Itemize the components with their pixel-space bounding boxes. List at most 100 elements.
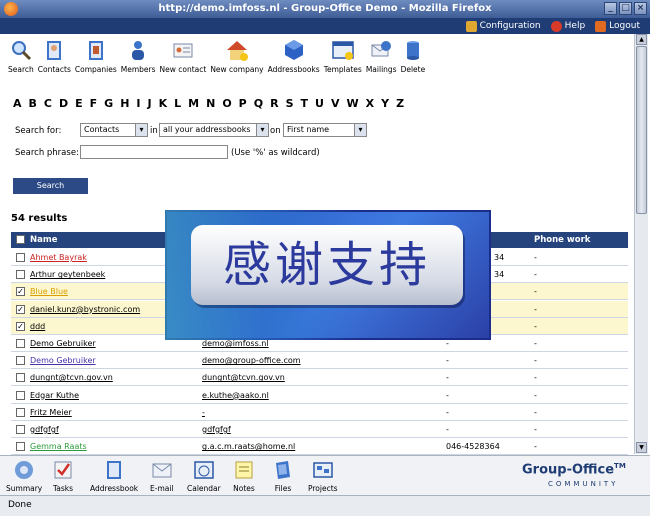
help-link[interactable]: Help xyxy=(550,20,585,32)
alpha-letter-o[interactable]: O xyxy=(222,97,231,110)
row-checkbox[interactable] xyxy=(16,356,25,366)
contact-name-link[interactable]: Ahmet Bayrak xyxy=(30,253,87,262)
contact-name-link[interactable]: dungnt@tcvn.gov.vn xyxy=(30,373,113,382)
contact-email-link[interactable]: dungnt@tcvn.gov.vn xyxy=(202,373,285,382)
configuration-link[interactable]: Configuration xyxy=(465,20,541,32)
module-tasks[interactable]: Tasks xyxy=(52,459,74,493)
alpha-letter-b[interactable]: B xyxy=(29,97,37,110)
table-row[interactable]: Demo Gebruiker demo@group-office.com - - xyxy=(11,352,628,370)
module-projects[interactable]: Projects xyxy=(308,459,338,493)
alpha-letter-p[interactable]: P xyxy=(239,97,247,110)
alpha-letter-e[interactable]: E xyxy=(75,97,83,110)
contact-email-link[interactable]: g.a.c.m.raats@home.nl xyxy=(202,442,295,451)
contact-email-link[interactable]: demo@imfoss.nl xyxy=(202,339,269,348)
alpha-letter-f[interactable]: F xyxy=(90,97,98,110)
alpha-letter-y[interactable]: Y xyxy=(381,97,389,110)
alpha-letter-j[interactable]: J xyxy=(148,97,152,110)
alpha-letter-l[interactable]: L xyxy=(174,97,181,110)
contact-name-link[interactable]: Demo Gebruiker xyxy=(30,339,96,348)
row-checkbox[interactable] xyxy=(16,442,25,452)
alpha-letter-s[interactable]: S xyxy=(286,97,294,110)
contact-name-link[interactable]: daniel.kunz@bystronic.com xyxy=(30,305,140,314)
companies-tool-button[interactable]: Companies xyxy=(75,38,117,74)
module-files[interactable]: Files xyxy=(272,459,294,493)
contact-name-link[interactable]: Blue Blue xyxy=(30,287,68,296)
alpha-letter-h[interactable]: H xyxy=(120,97,129,110)
row-checkbox[interactable] xyxy=(16,339,25,348)
alpha-letter-i[interactable]: I xyxy=(136,97,140,110)
alpha-letter-c[interactable]: C xyxy=(44,97,52,110)
alpha-letter-z[interactable]: Z xyxy=(396,97,404,110)
scroll-up-arrow[interactable]: ▲ xyxy=(636,34,647,45)
search-button[interactable]: Search xyxy=(13,178,88,194)
templates-tool-button[interactable]: Templates xyxy=(324,38,362,74)
maximize-button[interactable]: □ xyxy=(619,2,632,15)
alpha-letter-v[interactable]: V xyxy=(331,97,340,110)
addressbooks-tool-button[interactable]: Addressbooks xyxy=(268,38,320,74)
search-tool-button[interactable]: Search xyxy=(8,38,34,74)
table-row[interactable]: dungnt@tcvn.gov.vn dungnt@tcvn.gov.vn - - xyxy=(11,369,628,387)
contact-name-link[interactable]: Arthur geytenbeek xyxy=(30,270,105,279)
contacts-tool-button[interactable]: Contacts xyxy=(38,38,71,74)
module-calendar[interactable]: Calendar xyxy=(187,459,221,493)
alpha-letter-x[interactable]: X xyxy=(366,97,374,110)
alpha-letter-d[interactable]: D xyxy=(59,97,68,110)
search-field-select[interactable]: First name xyxy=(283,123,367,137)
row-checkbox[interactable] xyxy=(16,253,25,262)
scroll-down-arrow[interactable]: ▼ xyxy=(636,442,647,453)
alpha-letter-q[interactable]: Q xyxy=(254,97,263,110)
contact-name-link[interactable]: Demo Gebruiker xyxy=(30,356,96,365)
module-notes[interactable]: Notes xyxy=(233,459,255,493)
table-row[interactable]: Gemma Raats g.a.c.m.raats@home.nl 046-4528… xyxy=(11,438,628,456)
minimize-button[interactable]: _ xyxy=(604,2,617,15)
alpha-letter-u[interactable]: U xyxy=(315,97,324,110)
contact-name-link[interactable]: Fritz Meier xyxy=(30,408,72,417)
contact-name-link[interactable]: ddd xyxy=(30,322,45,331)
module-addressbook[interactable]: Addressbook xyxy=(90,459,138,493)
alpha-letter-n[interactable]: N xyxy=(206,97,215,110)
logout-link[interactable]: Logout xyxy=(595,20,640,32)
contact-name-link[interactable]: gdfgfgf xyxy=(30,425,59,434)
row-checkbox[interactable] xyxy=(16,390,25,400)
scroll-thumb[interactable] xyxy=(636,46,647,214)
module-email[interactable]: E-mail xyxy=(150,459,174,493)
contact-email-link[interactable]: e.kuthe@aako.nl xyxy=(202,391,269,400)
alpha-letter-m[interactable]: M xyxy=(188,97,199,110)
close-button[interactable]: × xyxy=(634,2,647,15)
alpha-letter-k[interactable]: K xyxy=(159,97,168,110)
search-phrase-input[interactable] xyxy=(80,145,228,159)
row-checkbox[interactable] xyxy=(16,373,25,383)
search-type-select[interactable]: Contacts xyxy=(80,123,148,137)
select-all-checkbox[interactable] xyxy=(16,235,25,244)
table-row[interactable]: Fritz Meier - - - xyxy=(11,404,628,421)
alpha-letter-r[interactable]: R xyxy=(270,97,278,110)
delete-tool-button[interactable]: Delete xyxy=(401,38,425,74)
row-checkbox[interactable]: ✓ xyxy=(16,321,25,331)
page-scrollbar[interactable]: ▲ ▼ xyxy=(634,34,648,454)
contact-email-link[interactable]: gdfgfgf xyxy=(202,425,231,434)
contact-email-link[interactable]: demo@group-office.com xyxy=(202,356,301,365)
column-name[interactable]: Name xyxy=(30,235,57,245)
column-phone-work[interactable]: Phone work xyxy=(534,235,590,245)
table-row[interactable]: gdfgfgf gdfgfgf - - xyxy=(11,421,628,438)
mailings-tool-button[interactable]: Mailings xyxy=(366,38,397,74)
table-row[interactable]: Edgar Kuthe e.kuthe@aako.nl - - xyxy=(11,387,628,404)
contact-name-link[interactable]: Gemma Raats xyxy=(30,442,87,451)
row-checkbox[interactable] xyxy=(16,270,25,280)
contact-phone: - xyxy=(446,425,449,434)
addressbook-select[interactable]: all your addressbooks xyxy=(159,123,269,137)
row-checkbox[interactable]: ✓ xyxy=(16,287,25,297)
new-contact-tool-button[interactable]: New contact xyxy=(160,38,206,74)
row-checkbox[interactable] xyxy=(16,407,25,417)
members-tool-button[interactable]: Members xyxy=(121,38,156,74)
module-summary[interactable]: Summary xyxy=(6,459,42,493)
contact-email-link[interactable]: - xyxy=(202,408,205,417)
alpha-letter-a[interactable]: A xyxy=(13,97,22,110)
contact-name-link[interactable]: Edgar Kuthe xyxy=(30,391,79,400)
alpha-letter-t[interactable]: T xyxy=(301,97,309,110)
row-checkbox[interactable]: ✓ xyxy=(16,304,25,314)
row-checkbox[interactable] xyxy=(16,425,25,434)
alpha-letter-w[interactable]: W xyxy=(346,97,358,110)
alpha-letter-g[interactable]: G xyxy=(104,97,113,110)
new-company-tool-button[interactable]: New company xyxy=(210,38,264,74)
